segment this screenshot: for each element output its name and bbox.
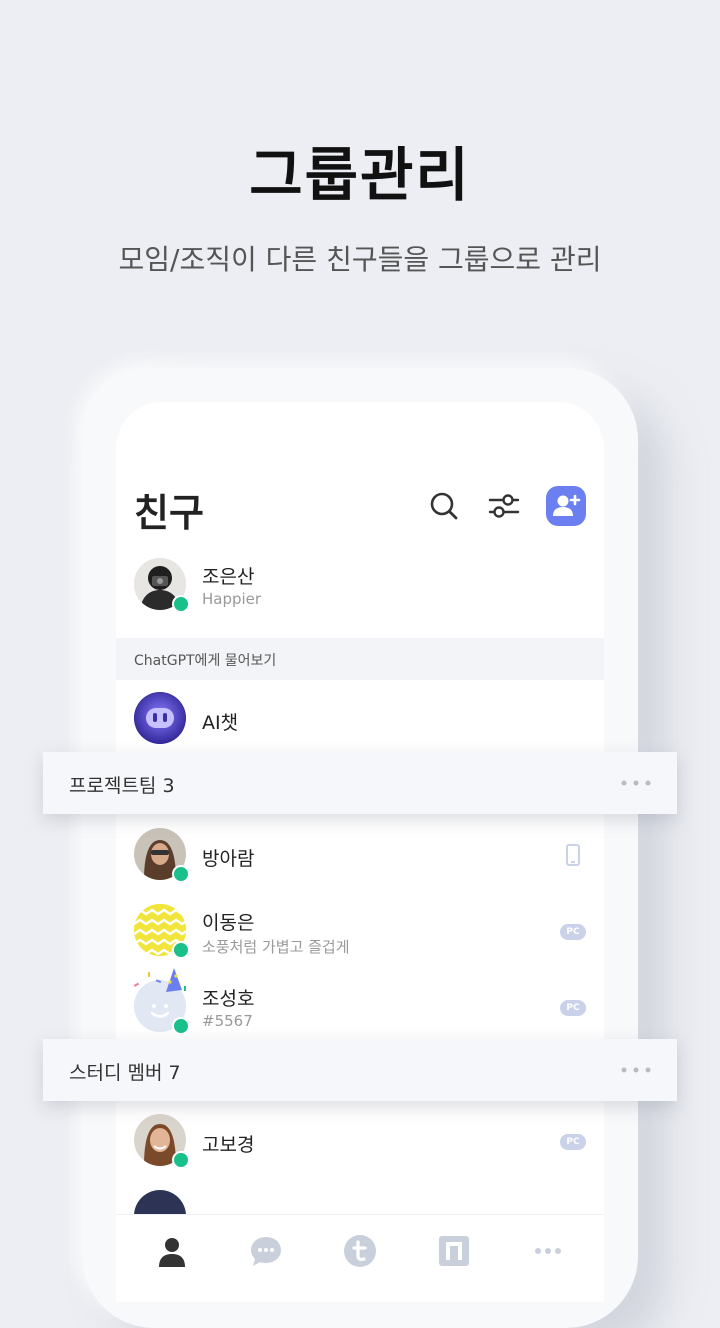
filter-button[interactable] xyxy=(484,486,524,526)
more-tab-icon xyxy=(535,1248,561,1254)
group-label: 스터디 멤버 7 xyxy=(69,1062,181,1084)
my-profile-row[interactable]: 조은산 Happier xyxy=(116,550,604,626)
friend-status: #5567 xyxy=(202,1012,253,1030)
online-indicator xyxy=(172,1151,190,1169)
friend-row[interactable]: 조성호 #5567 PC xyxy=(116,968,604,1048)
online-indicator xyxy=(172,595,190,613)
pc-badge: PC xyxy=(560,1134,586,1150)
search-button[interactable] xyxy=(424,486,464,526)
ai-chat-avatar xyxy=(134,692,186,744)
tab-chats[interactable] xyxy=(248,1233,284,1269)
friend-name: 고보경 xyxy=(202,1134,255,1156)
friends-tab-icon xyxy=(159,1238,185,1267)
friend-name: 조성호 xyxy=(202,988,255,1010)
more-options-icon[interactable] xyxy=(621,780,651,786)
friend-status: 소풍처럼 가볍고 즐겁게 xyxy=(202,938,350,956)
group-header-project-team[interactable]: 프로젝트팀 3 xyxy=(43,752,677,814)
profile-name: 조은산 xyxy=(202,566,255,588)
mobile-device-icon xyxy=(566,844,580,866)
filter-icon xyxy=(488,494,520,518)
hero-subtitle: 모임/조직이 다른 친구들을 그룹으로 관리 xyxy=(118,243,602,276)
friend-row[interactable]: 고보경 PC xyxy=(116,1106,604,1182)
page-title: 친구 xyxy=(134,491,204,535)
tab-more[interactable] xyxy=(530,1233,566,1269)
friend-row[interactable]: 방아람 xyxy=(116,820,604,896)
add-friend-icon xyxy=(553,494,581,516)
add-friend-button[interactable] xyxy=(546,486,586,526)
group-header-study-members[interactable]: 스터디 멤버 7 xyxy=(43,1039,677,1101)
chat-tab-icon xyxy=(251,1237,281,1266)
t-tab-icon xyxy=(344,1235,376,1267)
chatgpt-section-header: ChatGPT에게 물어보기 xyxy=(116,638,604,680)
online-indicator xyxy=(172,941,190,959)
group-label: 프로젝트팀 3 xyxy=(69,775,175,797)
tab-friends[interactable] xyxy=(154,1233,190,1269)
pc-badge: PC xyxy=(560,1000,586,1016)
profile-status: Happier xyxy=(202,590,262,608)
search-icon xyxy=(430,492,458,520)
more-options-icon[interactable] xyxy=(621,1067,651,1073)
friend-row[interactable]: 이동은 소풍처럼 가볍고 즐겁게 PC xyxy=(116,896,604,972)
section-label: ChatGPT에게 물어보기 xyxy=(134,653,277,669)
phone-screen: 친구 조은산 Happier ChatGPT에게 물어보기 AI챗 방아람 이동… xyxy=(116,402,604,1302)
friend-name: 방아람 xyxy=(202,848,255,870)
party-hat-icon xyxy=(133,968,186,992)
tab-n[interactable] xyxy=(436,1233,472,1269)
bottom-tab-bar xyxy=(116,1214,604,1302)
online-indicator xyxy=(172,865,190,883)
pc-badge: PC xyxy=(560,924,586,940)
hero-title: 그룹관리 xyxy=(249,141,471,209)
online-indicator xyxy=(172,1017,190,1035)
ai-chat-name: AI챗 xyxy=(202,712,239,734)
friend-name: 이동은 xyxy=(202,912,255,934)
n-tab-icon xyxy=(439,1236,469,1266)
tab-t[interactable] xyxy=(342,1233,378,1269)
ai-chat-row[interactable]: AI챗 xyxy=(116,684,604,760)
